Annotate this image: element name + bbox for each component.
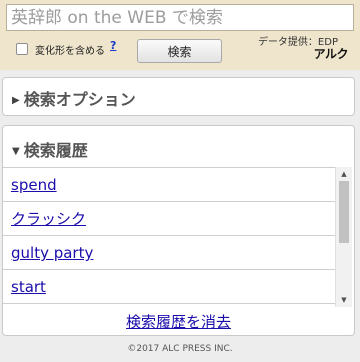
clear-history-link[interactable]: 検索履歴を消去 bbox=[126, 313, 231, 331]
alc-logo: アルク bbox=[313, 47, 349, 61]
history-link[interactable]: gulty party bbox=[11, 244, 93, 262]
history-link[interactable]: spend bbox=[11, 176, 57, 194]
search-options-header[interactable]: ▶ 検索オプション bbox=[12, 86, 136, 110]
history-link[interactable]: start bbox=[11, 278, 46, 296]
history-link[interactable]: クラッシク bbox=[11, 210, 86, 228]
scroll-thumb[interactable] bbox=[339, 181, 349, 243]
scroll-up-arrow-icon[interactable]: ▲ bbox=[336, 167, 352, 181]
inflection-checkbox[interactable] bbox=[16, 43, 28, 55]
search-options-title: 検索オプション bbox=[23, 90, 136, 109]
help-link[interactable]: ? bbox=[110, 39, 116, 52]
search-history-title: 検索履歴 bbox=[23, 141, 88, 160]
history-scrollbar[interactable]: ▲ ▼ bbox=[335, 167, 352, 307]
clear-history-container: 検索履歴を消去 bbox=[3, 311, 354, 332]
triangle-right-icon: ▶ bbox=[12, 95, 20, 106]
scroll-down-arrow-icon[interactable]: ▼ bbox=[336, 293, 352, 307]
search-input[interactable] bbox=[6, 4, 354, 31]
copyright: ©2017 ALC PRESS INC. bbox=[127, 344, 233, 354]
search-button[interactable]: 検索 bbox=[137, 39, 222, 63]
search-history-header[interactable]: ▼ 検索履歴 bbox=[12, 137, 88, 161]
list-item: spend bbox=[3, 168, 335, 202]
triangle-down-icon: ▼ bbox=[12, 146, 20, 157]
list-item: クラッシク bbox=[3, 202, 335, 236]
search-history-panel: ▼ 検索履歴 spend クラッシク gulty party start ▲ ▼ … bbox=[2, 125, 355, 336]
list-item: start bbox=[3, 270, 335, 304]
search-header: 変化形を含める ? 検索 データ提供：EDP アルク bbox=[0, 0, 360, 70]
list-item: gulty party bbox=[3, 236, 335, 270]
search-options-panel[interactable]: ▶ 検索オプション bbox=[2, 77, 355, 116]
history-list: spend クラッシク gulty party start bbox=[3, 167, 335, 308]
inflection-checkbox-label: 変化形を含める bbox=[35, 46, 105, 57]
